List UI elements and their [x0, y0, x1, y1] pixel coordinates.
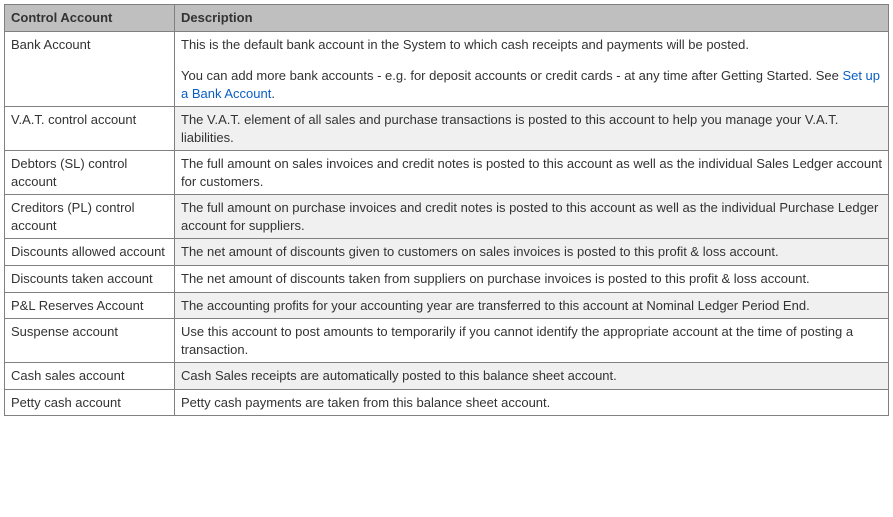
table-row: Cash sales accountCash Sales receipts ar…	[5, 363, 889, 390]
description-text: This is the default bank account in the …	[181, 37, 749, 52]
description-text: .	[271, 86, 275, 101]
account-cell: Bank Account	[5, 31, 175, 107]
description-text: You can add more bank accounts - e.g. fo…	[181, 68, 842, 83]
table-row: Bank Account This is the default bank acc…	[5, 31, 889, 107]
description-cell: The net amount of discounts given to cus…	[175, 239, 889, 266]
description-cell: This is the default bank account in the …	[175, 31, 889, 107]
table-row: P&L Reserves AccountThe accounting profi…	[5, 292, 889, 319]
control-accounts-table: Control Account Description Bank Account…	[4, 4, 889, 416]
table-row: Discounts taken accountThe net amount of…	[5, 266, 889, 293]
description-cell: Petty cash payments are taken from this …	[175, 389, 889, 416]
account-cell: Creditors (PL) control account	[5, 195, 175, 239]
table-row: Discounts allowed accountThe net amount …	[5, 239, 889, 266]
description-cell: Cash Sales receipts are automatically po…	[175, 363, 889, 390]
account-cell: Discounts allowed account	[5, 239, 175, 266]
account-cell: Discounts taken account	[5, 266, 175, 293]
account-cell: Cash sales account	[5, 363, 175, 390]
description-cell: The V.A.T. element of all sales and purc…	[175, 107, 889, 151]
table-row: V.A.T. control accountThe V.A.T. element…	[5, 107, 889, 151]
table-header-row: Control Account Description	[5, 5, 889, 32]
header-description: Description	[175, 5, 889, 32]
table-row: Creditors (PL) control accountThe full a…	[5, 195, 889, 239]
description-cell: The full amount on sales invoices and cr…	[175, 151, 889, 195]
table-row: Suspense accountUse this account to post…	[5, 319, 889, 363]
account-cell: V.A.T. control account	[5, 107, 175, 151]
description-cell: The full amount on purchase invoices and…	[175, 195, 889, 239]
description-cell: Use this account to post amounts to temp…	[175, 319, 889, 363]
account-cell: Petty cash account	[5, 389, 175, 416]
account-cell: Suspense account	[5, 319, 175, 363]
account-cell: Debtors (SL) control account	[5, 151, 175, 195]
table-row: Petty cash accountPetty cash payments ar…	[5, 389, 889, 416]
account-cell: P&L Reserves Account	[5, 292, 175, 319]
description-cell: The accounting profits for your accounti…	[175, 292, 889, 319]
paragraph-gap	[181, 53, 882, 67]
description-cell: The net amount of discounts taken from s…	[175, 266, 889, 293]
table-row: Debtors (SL) control accountThe full amo…	[5, 151, 889, 195]
header-account: Control Account	[5, 5, 175, 32]
